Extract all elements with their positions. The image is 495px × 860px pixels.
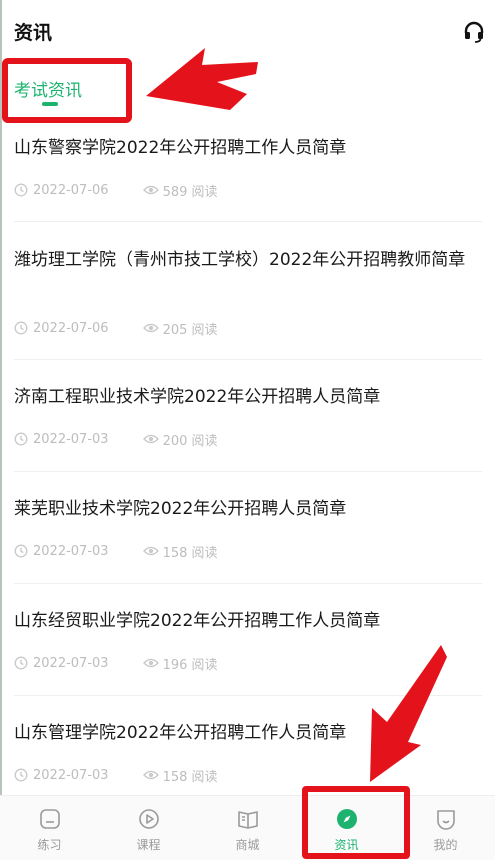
nav-label: 练习 — [37, 838, 62, 852]
article-title: 山东经贸职业学院2022年公开招聘工作人员简章 — [14, 611, 381, 631]
practice-icon — [40, 809, 60, 829]
article-views: 589 阅读 — [162, 184, 218, 200]
annotation-highlight-tab — [2, 58, 132, 123]
divider — [14, 471, 482, 472]
article-date: 2022-07-03 — [33, 431, 109, 447]
article-title: 济南工程职业技术学院2022年公开招聘人员简章 — [14, 387, 381, 407]
header: 资讯 — [0, 0, 495, 64]
article-title: 莱芜职业技术学院2022年公开招聘人员简章 — [14, 499, 347, 519]
clock-icon — [14, 768, 28, 782]
list-item[interactable]: 山东警察学院2022年公开招聘工作人员简章 2022-07-06 589 阅读 — [14, 134, 482, 200]
play-icon — [139, 809, 159, 829]
eye-icon — [142, 323, 159, 333]
list-item[interactable]: 莱芜职业技术学院2022年公开招聘人员简章 2022-07-03 158 阅读 — [14, 495, 482, 561]
article-date: 2022-07-03 — [33, 543, 109, 559]
article-date: 2022-07-03 — [33, 655, 109, 671]
divider — [14, 221, 482, 222]
clock-icon — [14, 183, 28, 197]
article-title: 潍坊理工学院（青州市技工学校）2022年公开招聘教师简章 — [14, 250, 466, 270]
article-date: 2022-07-03 — [33, 767, 109, 783]
article-meta: 2022-07-06 205 阅读 — [14, 318, 218, 338]
clock-icon — [14, 432, 28, 446]
article-title: 山东警察学院2022年公开招聘工作人员简章 — [14, 138, 347, 158]
annotation-highlight-nav — [302, 786, 410, 859]
clock-icon — [14, 544, 28, 558]
article-views: 196 阅读 — [162, 657, 218, 673]
left-edge-strip — [0, 0, 2, 859]
article-date: 2022-07-06 — [33, 320, 109, 336]
article-meta: 2022-07-06 589 阅读 — [14, 180, 218, 200]
article-views: 158 阅读 — [162, 769, 218, 785]
nav-item-mine[interactable]: 我的 — [396, 796, 495, 860]
eye-icon — [142, 185, 159, 195]
book-icon — [238, 811, 258, 829]
eye-icon — [142, 434, 159, 444]
article-views: 158 阅读 — [162, 545, 218, 561]
page-title: 资讯 — [14, 22, 53, 44]
divider — [14, 583, 482, 584]
eye-icon — [142, 546, 159, 556]
article-date: 2022-07-06 — [33, 182, 109, 198]
eye-icon — [142, 658, 159, 668]
eye-icon — [142, 770, 159, 780]
article-views: 200 阅读 — [162, 433, 218, 449]
divider — [14, 695, 482, 696]
list-item[interactable]: 济南工程职业技术学院2022年公开招聘人员简章 2022-07-03 200 阅… — [14, 383, 482, 449]
article-meta: 2022-07-03 200 阅读 — [14, 429, 218, 449]
nav-item-course[interactable]: 课程 — [99, 796, 198, 860]
divider — [14, 359, 482, 360]
nav-item-practice[interactable]: 练习 — [0, 796, 99, 860]
article-meta: 2022-07-03 158 阅读 — [14, 765, 218, 785]
bottom-nav: 练习 课程 商城 资讯 我的 — [0, 795, 495, 860]
article-meta: 2022-07-03 158 阅读 — [14, 541, 218, 561]
clock-icon — [14, 321, 28, 335]
article-views: 205 阅读 — [162, 322, 218, 338]
clock-icon — [14, 656, 28, 670]
nav-item-shop[interactable]: 商城 — [198, 796, 297, 860]
article-meta: 2022-07-03 196 阅读 — [14, 653, 218, 673]
article-title: 山东管理学院2022年公开招聘工作人员简章 — [14, 723, 347, 743]
nav-label: 课程 — [136, 838, 161, 852]
list-item[interactable]: 山东经贸职业学院2022年公开招聘工作人员简章 2022-07-03 196 阅… — [14, 607, 482, 673]
list-item[interactable]: 潍坊理工学院（青州市技工学校）2022年公开招聘教师简章 2022-07-06 … — [14, 246, 482, 338]
nav-label: 商城 — [235, 838, 260, 852]
headset-icon[interactable] — [462, 20, 486, 44]
nav-label: 我的 — [433, 838, 458, 852]
list-item[interactable]: 山东管理学院2022年公开招聘工作人员简章 2022-07-03 158 阅读 — [14, 719, 482, 785]
profile-icon — [437, 810, 455, 830]
